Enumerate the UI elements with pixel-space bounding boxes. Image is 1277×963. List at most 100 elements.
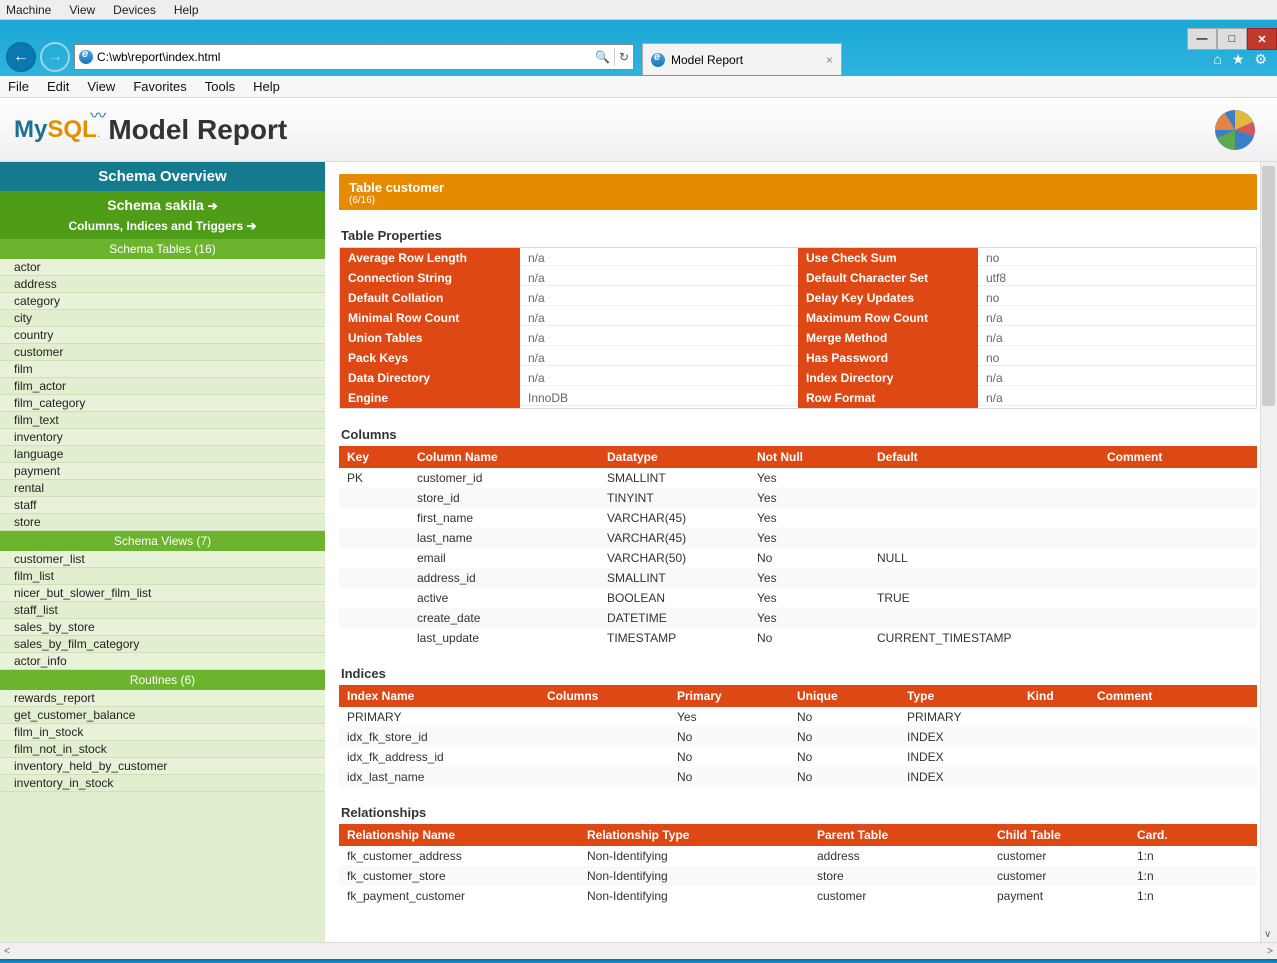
- prop-key: Has Password: [798, 348, 978, 368]
- ie-menu-file[interactable]: File: [8, 79, 29, 94]
- prop-key: Maximum Row Count: [798, 308, 978, 328]
- sidebar-table-item[interactable]: film: [0, 361, 325, 378]
- sidebar: Schema Overview Schema sakila ➔ Columns,…: [0, 162, 325, 942]
- sidebar-view-item[interactable]: customer_list: [0, 551, 325, 568]
- sidebar-view-item[interactable]: sales_by_store: [0, 619, 325, 636]
- prop-value: n/a: [978, 391, 1256, 406]
- sidebar-table-item[interactable]: city: [0, 310, 325, 327]
- scroll-right-icon[interactable]: >: [1267, 946, 1273, 957]
- ie-icon: [79, 50, 93, 64]
- sidebar-table-item[interactable]: actor: [0, 259, 325, 276]
- scroll-down-icon[interactable]: ∨: [1264, 929, 1271, 940]
- vertical-scrollbar[interactable]: ∧ ∨: [1260, 162, 1277, 942]
- sidebar-view-item[interactable]: sales_by_film_category: [0, 636, 325, 653]
- browser-chrome: — □ ✕ ← → C:\wb\report\index.html 🔍 ↻ Mo…: [0, 20, 1277, 76]
- table-row: idx_fk_address_idNoNoINDEX: [339, 747, 1257, 767]
- sidebar-routine-item[interactable]: rewards_report: [0, 690, 325, 707]
- sidebar-routine-item[interactable]: film_in_stock: [0, 724, 325, 741]
- prop-value: n/a: [978, 331, 1256, 346]
- prop-row: Merge Methodn/a: [798, 328, 1256, 348]
- table-row: address_idSMALLINTYes: [339, 568, 1257, 588]
- prop-value: n/a: [978, 311, 1256, 326]
- ie-menu-edit[interactable]: Edit: [47, 79, 69, 94]
- prop-key: Use Check Sum: [798, 248, 978, 268]
- horizontal-scrollbar[interactable]: < >: [0, 942, 1277, 959]
- prop-row: Has Passwordno: [798, 348, 1256, 368]
- sidebar-table-item[interactable]: country: [0, 327, 325, 344]
- sidebar-table-item[interactable]: address: [0, 276, 325, 293]
- table-row: last_updateTIMESTAMPNoCURRENT_TIMESTAMP: [339, 628, 1257, 648]
- prop-key: Connection String: [340, 268, 520, 288]
- forward-button[interactable]: →: [40, 42, 70, 72]
- sidebar-routine-item[interactable]: film_not_in_stock: [0, 741, 325, 758]
- home-icon[interactable]: ⌂: [1213, 51, 1221, 68]
- page-title: Model Report: [108, 114, 287, 146]
- prop-row: Index Directoryn/a: [798, 368, 1256, 388]
- table-row: PKcustomer_idSMALLINTYes: [339, 468, 1257, 488]
- prop-key: Delay Key Updates: [798, 288, 978, 308]
- sidebar-overview-header[interactable]: Schema Overview: [0, 162, 325, 191]
- sidebar-routine-item[interactable]: inventory_in_stock: [0, 775, 325, 792]
- vm-menu-help[interactable]: Help: [174, 3, 199, 17]
- sidebar-view-item[interactable]: actor_info: [0, 653, 325, 670]
- vm-menu-machine[interactable]: Machine: [6, 3, 51, 17]
- vm-menu-devices[interactable]: Devices: [113, 3, 156, 17]
- sidebar-table-item[interactable]: staff: [0, 497, 325, 514]
- sidebar-tables-header[interactable]: Schema Tables (16): [0, 239, 325, 259]
- scrollbar-thumb[interactable]: [1262, 166, 1275, 406]
- arrow-right-icon: ➔: [208, 199, 218, 213]
- table-header-title: Table customer: [349, 180, 444, 195]
- sidebar-view-item[interactable]: film_list: [0, 568, 325, 585]
- sidebar-view-item[interactable]: staff_list: [0, 602, 325, 619]
- star-icon[interactable]: ★: [1232, 51, 1245, 68]
- back-button[interactable]: ←: [6, 42, 36, 72]
- report-header: 〰 MySQL. Model Report: [0, 98, 1277, 162]
- sidebar-table-item[interactable]: inventory: [0, 429, 325, 446]
- sidebar-table-item[interactable]: payment: [0, 463, 325, 480]
- table-properties: Average Row Lengthn/aConnection Stringn/…: [339, 247, 1257, 409]
- prop-key: Default Collation: [340, 288, 520, 308]
- scroll-left-icon[interactable]: <: [4, 946, 10, 957]
- prop-row: Delay Key Updatesno: [798, 288, 1256, 308]
- sidebar-table-item[interactable]: film_actor: [0, 378, 325, 395]
- table-row: fk_customer_storeNon-Identifyingstorecus…: [339, 866, 1257, 886]
- browser-tab[interactable]: Model Report ×: [642, 43, 842, 75]
- sidebar-schema-sub[interactable]: Columns, Indices and Triggers ➔: [0, 219, 325, 239]
- prop-value: n/a: [520, 251, 798, 266]
- refresh-icon[interactable]: ↻: [619, 50, 629, 64]
- ie-menubar: File Edit View Favorites Tools Help: [0, 76, 1277, 98]
- prop-value: n/a: [520, 291, 798, 306]
- tab-close-icon[interactable]: ×: [826, 53, 833, 67]
- prop-value: no: [978, 351, 1256, 366]
- indices-title: Indices: [341, 666, 1257, 681]
- address-bar[interactable]: C:\wb\report\index.html 🔍 ↻: [74, 44, 634, 70]
- sidebar-table-item[interactable]: film_category: [0, 395, 325, 412]
- ie-menu-help[interactable]: Help: [253, 79, 280, 94]
- sidebar-views-header[interactable]: Schema Views (7): [0, 531, 325, 551]
- sidebar-schema-title[interactable]: Schema sakila ➔: [0, 191, 325, 219]
- sidebar-table-item[interactable]: customer: [0, 344, 325, 361]
- sidebar-table-item[interactable]: category: [0, 293, 325, 310]
- pie-chart-icon: [1213, 108, 1257, 152]
- ie-menu-favorites[interactable]: Favorites: [133, 79, 186, 94]
- search-icon[interactable]: 🔍: [595, 50, 610, 64]
- sidebar-routines-header[interactable]: Routines (6): [0, 670, 325, 690]
- prop-row: Default Character Setutf8: [798, 268, 1256, 288]
- vm-menu-view[interactable]: View: [69, 3, 95, 17]
- sidebar-routine-item[interactable]: inventory_held_by_customer: [0, 758, 325, 775]
- sidebar-routine-item[interactable]: get_customer_balance: [0, 707, 325, 724]
- prop-key: Engine: [340, 388, 520, 408]
- prop-key: Row Format: [798, 388, 978, 408]
- mysql-logo: 〰 MySQL.: [14, 116, 100, 144]
- ie-menu-view[interactable]: View: [87, 79, 115, 94]
- prop-key: Minimal Row Count: [340, 308, 520, 328]
- sidebar-table-item[interactable]: rental: [0, 480, 325, 497]
- sidebar-table-item[interactable]: film_text: [0, 412, 325, 429]
- main-content: Table customer (6/16) Table Properties A…: [325, 162, 1277, 942]
- sidebar-view-item[interactable]: nicer_but_slower_film_list: [0, 585, 325, 602]
- prop-value: n/a: [520, 271, 798, 286]
- gear-icon[interactable]: ⚙: [1254, 51, 1267, 68]
- ie-menu-tools[interactable]: Tools: [205, 79, 235, 94]
- sidebar-table-item[interactable]: store: [0, 514, 325, 531]
- sidebar-table-item[interactable]: language: [0, 446, 325, 463]
